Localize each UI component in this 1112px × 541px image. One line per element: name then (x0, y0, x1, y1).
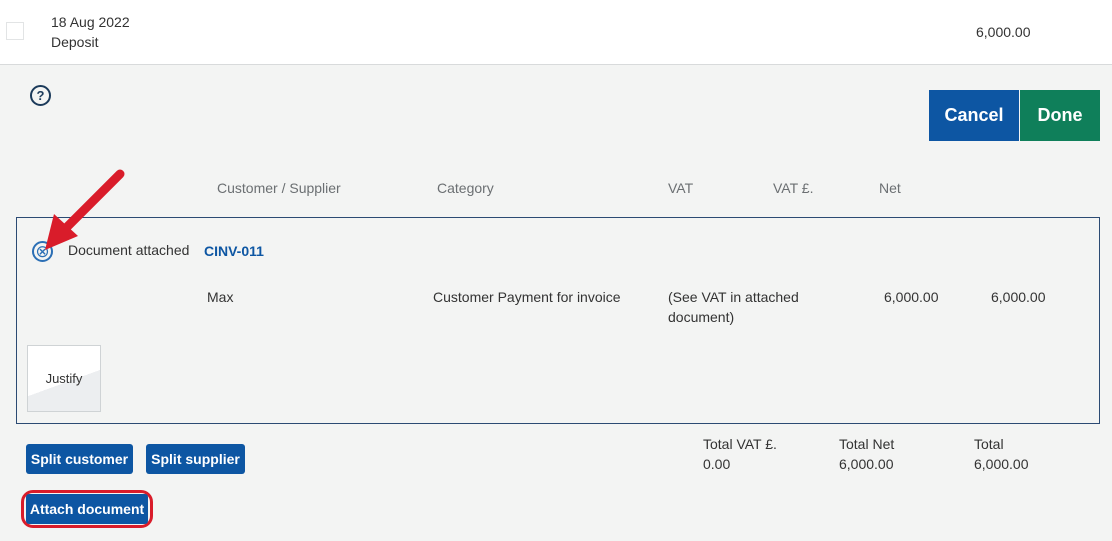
done-button[interactable]: Done (1020, 90, 1100, 141)
column-header-category: Category (437, 180, 494, 196)
document-attached-label: Document attached (68, 242, 190, 258)
column-header-vat-amount: VAT £. (773, 180, 814, 196)
transaction-type: Deposit (51, 34, 99, 50)
total-net-label: Total Net (839, 436, 895, 452)
transaction-date: 18 Aug 2022 (51, 14, 130, 30)
attach-document-button[interactable]: Attach document (26, 494, 148, 524)
transaction-row: 18 Aug 2022 Deposit 6,000.00 (0, 0, 1112, 65)
total-value: 6,000.00 (974, 456, 1029, 472)
remove-attachment-icon[interactable]: ⊗ (32, 241, 53, 262)
split-vat-cell-line1: (See VAT in attached (668, 289, 799, 305)
transaction-amount: 6,000.00 (976, 24, 1031, 40)
split-supplier-button[interactable]: Split supplier (146, 444, 245, 474)
total-vat-label: Total VAT £. (703, 436, 777, 452)
justify-label: Justify (45, 371, 83, 386)
total-net-value: 6,000.00 (839, 456, 894, 472)
total-label: Total (974, 436, 1004, 452)
split-net-cell: 6,000.00 (991, 289, 1046, 305)
split-category-cell[interactable]: Customer Payment for invoice (433, 287, 621, 307)
split-customer-cell[interactable]: Max (207, 287, 233, 307)
total-vat-value: 0.00 (703, 456, 731, 472)
column-header-net: Net (879, 180, 901, 196)
split-vat-cell-line2: document) (668, 309, 735, 325)
split-vat-amount-cell: 6,000.00 (884, 289, 939, 305)
column-header-customer-supplier: Customer / Supplier (217, 180, 341, 196)
transaction-checkbox[interactable] (6, 22, 24, 40)
split-customer-button[interactable]: Split customer (26, 444, 133, 474)
document-reference-link[interactable]: CINV-011 (204, 243, 264, 259)
justify-thumbnail[interactable]: Justify (27, 345, 101, 412)
help-icon[interactable]: ? (30, 85, 51, 106)
cancel-button[interactable]: Cancel (929, 90, 1019, 141)
column-header-vat: VAT (668, 180, 694, 196)
